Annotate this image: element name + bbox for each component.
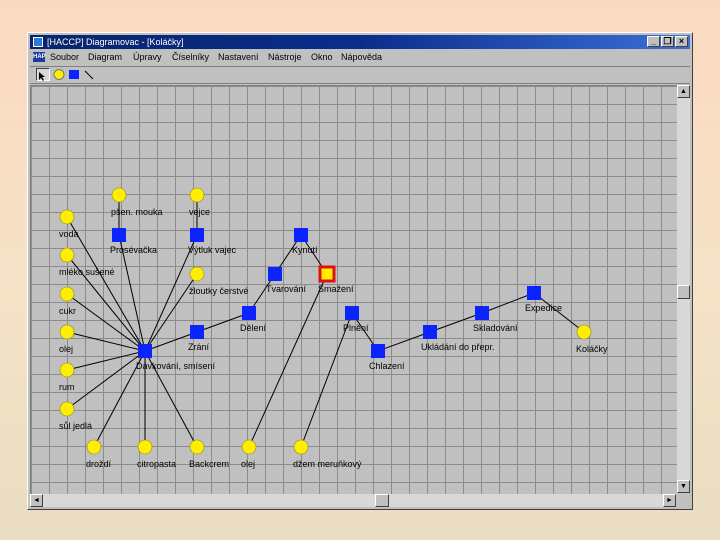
node-olej2[interactable] [241,439,257,455]
node-backcrem[interactable] [189,439,205,455]
node-label-kolacky: Koláčky [576,344,608,354]
node-citropasta[interactable] [137,439,153,455]
node-zloutky[interactable] [189,266,205,282]
node-mleko[interactable] [59,247,75,263]
node-label-skladovani: Skladování [473,323,518,333]
node-sul[interactable] [59,401,75,417]
edge-smazeni-olej2[interactable] [248,273,328,448]
menu-nastaveni[interactable]: Nastavení [218,50,259,64]
window-title: [HACCP] Diagramovac - [Koláčky] [47,37,184,47]
node-dzem[interactable] [293,439,309,455]
menu-bar: HAP Soubor Diagram Úpravy Číselníky Nast… [30,50,690,64]
menu-napoveda[interactable]: Nápověda [341,50,382,64]
edge-olej1-davkovani[interactable] [66,331,146,352]
node-label-presevacka: Prosévačka [110,245,158,255]
menu-nastroje[interactable]: Nástroje [268,50,302,64]
node-voda[interactable] [59,209,75,225]
menu-ciselniky[interactable]: Číselníky [172,50,209,64]
node-zrani[interactable] [190,325,204,339]
menu-upravy[interactable]: Úpravy [133,50,162,64]
node-skladovani[interactable] [475,306,489,320]
toolbar [30,66,690,84]
node-pleni[interactable] [345,306,359,320]
horizontal-scrollbar[interactable]: ◄ ► [30,494,676,507]
node-label-zrani: Zrání [188,342,210,352]
circle-tool-icon[interactable] [52,68,66,81]
node-label-expedice: Expedice [525,303,563,313]
scroll-right-button[interactable]: ► [663,494,676,507]
node-presevacka[interactable] [112,228,126,242]
node-vytluk[interactable] [190,228,204,242]
minimize-button[interactable]: _ [647,36,660,47]
restore-button[interactable]: ❐ [661,36,674,47]
node-label-zloutky: žloutky čerstvé [189,286,249,296]
diagram-graph [59,187,592,455]
node-davkovani[interactable] [138,344,152,358]
node-chlazeni[interactable] [371,344,385,358]
node-rum[interactable] [59,362,75,378]
node-ukladani[interactable] [423,325,437,339]
node-label-voda: voda [59,229,79,239]
node-label-chlazeni: Chlazení [369,361,405,371]
line-tool-icon[interactable] [82,68,96,81]
node-tvarovani[interactable] [268,267,282,281]
node-psenicna_mouka[interactable] [111,187,127,203]
node-label-ukladani: Ukládání do přepr. [421,342,495,352]
scroll-down-button[interactable]: ▼ [677,480,690,493]
node-label-deleni: Dělení [240,323,267,333]
scroll-left-button[interactable]: ◄ [30,494,43,507]
node-vejce[interactable] [189,187,205,203]
node-label-cukr: cukr [59,306,77,316]
node-cukr[interactable] [59,286,75,302]
node-label-rum: rum [59,382,75,392]
horizontal-scroll-thumb[interactable] [375,494,389,507]
square-tool-icon[interactable] [67,68,81,81]
node-label-davkovani: Dávkování, smísení [136,361,216,371]
vertical-scrollbar[interactable]: ▲ ▼ [677,85,690,493]
node-label-olej2: olej [241,459,256,469]
diagram-canvas[interactable]: voda pšen. mouka vejce mléko sušené cukr olej… [30,85,677,494]
node-label-kynuti: Kynutí [292,245,318,255]
node-label-mleko: mléko sušené [59,267,115,277]
edge-voda-davkovani[interactable] [66,216,146,352]
app-window: [HACCP] Diagramovac - [Koláčky] _ ❐ × HA… [27,32,693,510]
document-icon[interactable]: HAP [33,52,46,62]
edge-rum-davkovani[interactable] [66,350,146,371]
node-label-psenicna_mouka: pšen. mouka [111,207,163,217]
node-olej1[interactable] [59,324,75,340]
scrollbar-corner [677,494,690,507]
node-label-pleni: Plnění [343,323,369,333]
node-label-backcrem: Backcrem [189,459,230,469]
node-expedice[interactable] [527,286,541,300]
close-button[interactable]: × [675,36,688,47]
node-label-olej1: olej [59,344,74,354]
menu-okno[interactable]: Okno [311,50,333,64]
node-deleni[interactable] [242,306,256,320]
node-label-citropasta: citropasta [137,459,177,469]
node-label-tvarovani: Tvarování [266,284,307,294]
node-label-vytluk: Výtluk vajec [188,245,237,255]
edge-sul-davkovani[interactable] [66,350,146,410]
select-tool-icon[interactable] [36,68,50,81]
node-kynuti[interactable] [294,228,308,242]
vertical-scroll-thumb[interactable] [677,285,690,299]
node-label-sul: sůl jedlá [59,421,93,431]
node-label-vejce: vejce [189,207,211,217]
node-label-drozdi: droždí [86,459,112,469]
title-bar[interactable]: [HACCP] Diagramovac - [Koláčky] _ ❐ × [30,35,690,49]
node-drozdi[interactable] [86,439,102,455]
node-label-dzem: džem meruňkový [293,459,362,469]
scroll-up-button[interactable]: ▲ [677,85,690,98]
node-kolacky[interactable] [576,324,592,340]
edge-dzem-pleni[interactable] [300,312,353,448]
node-label-smazeni: Smažení [318,284,354,294]
app-icon [33,37,43,47]
menu-diagram[interactable]: Diagram [88,50,122,64]
node-smazeni[interactable] [318,265,336,283]
menu-soubor[interactable]: Soubor [50,50,79,64]
